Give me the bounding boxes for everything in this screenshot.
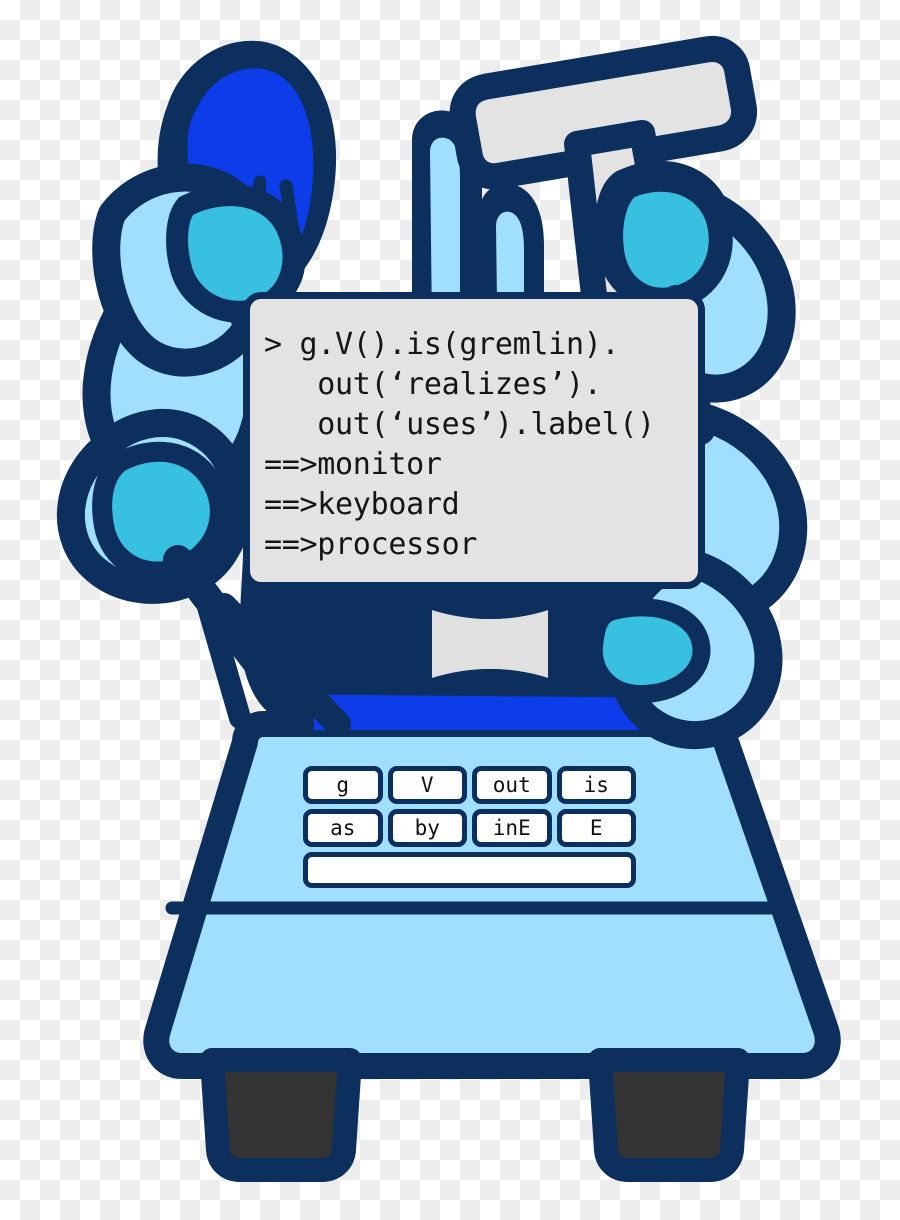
key-row-2: as by inE E <box>303 809 636 847</box>
left-wing-cyan-pad <box>92 441 230 582</box>
gremlin-console-panel[interactable]: > g.V().is(gremlin). out(‘realizes’). ou… <box>243 292 705 589</box>
key-g[interactable]: g <box>303 766 383 804</box>
key-as[interactable]: as <box>303 809 383 847</box>
mascot-foot-right <box>588 1048 750 1182</box>
canvas: > g.V().is(gremlin). out(‘realizes’). ou… <box>0 0 900 1220</box>
key-by[interactable]: by <box>387 809 467 847</box>
gremlin-mascot-illustration <box>56 36 841 1182</box>
tool-face-panel <box>432 610 548 678</box>
mascot-group <box>56 36 841 1182</box>
right-shoulder-cyan-pad-front <box>599 167 733 312</box>
console-result-keyboard: ==>keyboard <box>264 487 460 522</box>
key-row-1: g V out is <box>303 766 636 804</box>
mascot-foot-left <box>200 1048 362 1182</box>
key-V[interactable]: V <box>387 766 467 804</box>
key-row-3 <box>303 852 636 888</box>
key-E[interactable]: E <box>556 809 636 847</box>
key-spacebar[interactable] <box>303 852 636 888</box>
right-wing-cyan-pad <box>584 598 711 704</box>
console-result-monitor: ==>monitor <box>264 447 442 482</box>
console-line-3: out(‘uses’).label() <box>264 407 655 442</box>
belt-band <box>312 693 658 730</box>
console-line-2: out(‘realizes’). <box>264 367 602 402</box>
console-line-1: > g.V().is(gremlin). <box>264 327 620 362</box>
console-result-processor: ==>processor <box>264 527 478 562</box>
key-is[interactable]: is <box>556 766 636 804</box>
key-out[interactable]: out <box>472 766 552 804</box>
keyboard: g V out is as by inE E <box>303 766 636 893</box>
belt-band-top <box>317 685 651 698</box>
key-inE[interactable]: inE <box>472 809 552 847</box>
